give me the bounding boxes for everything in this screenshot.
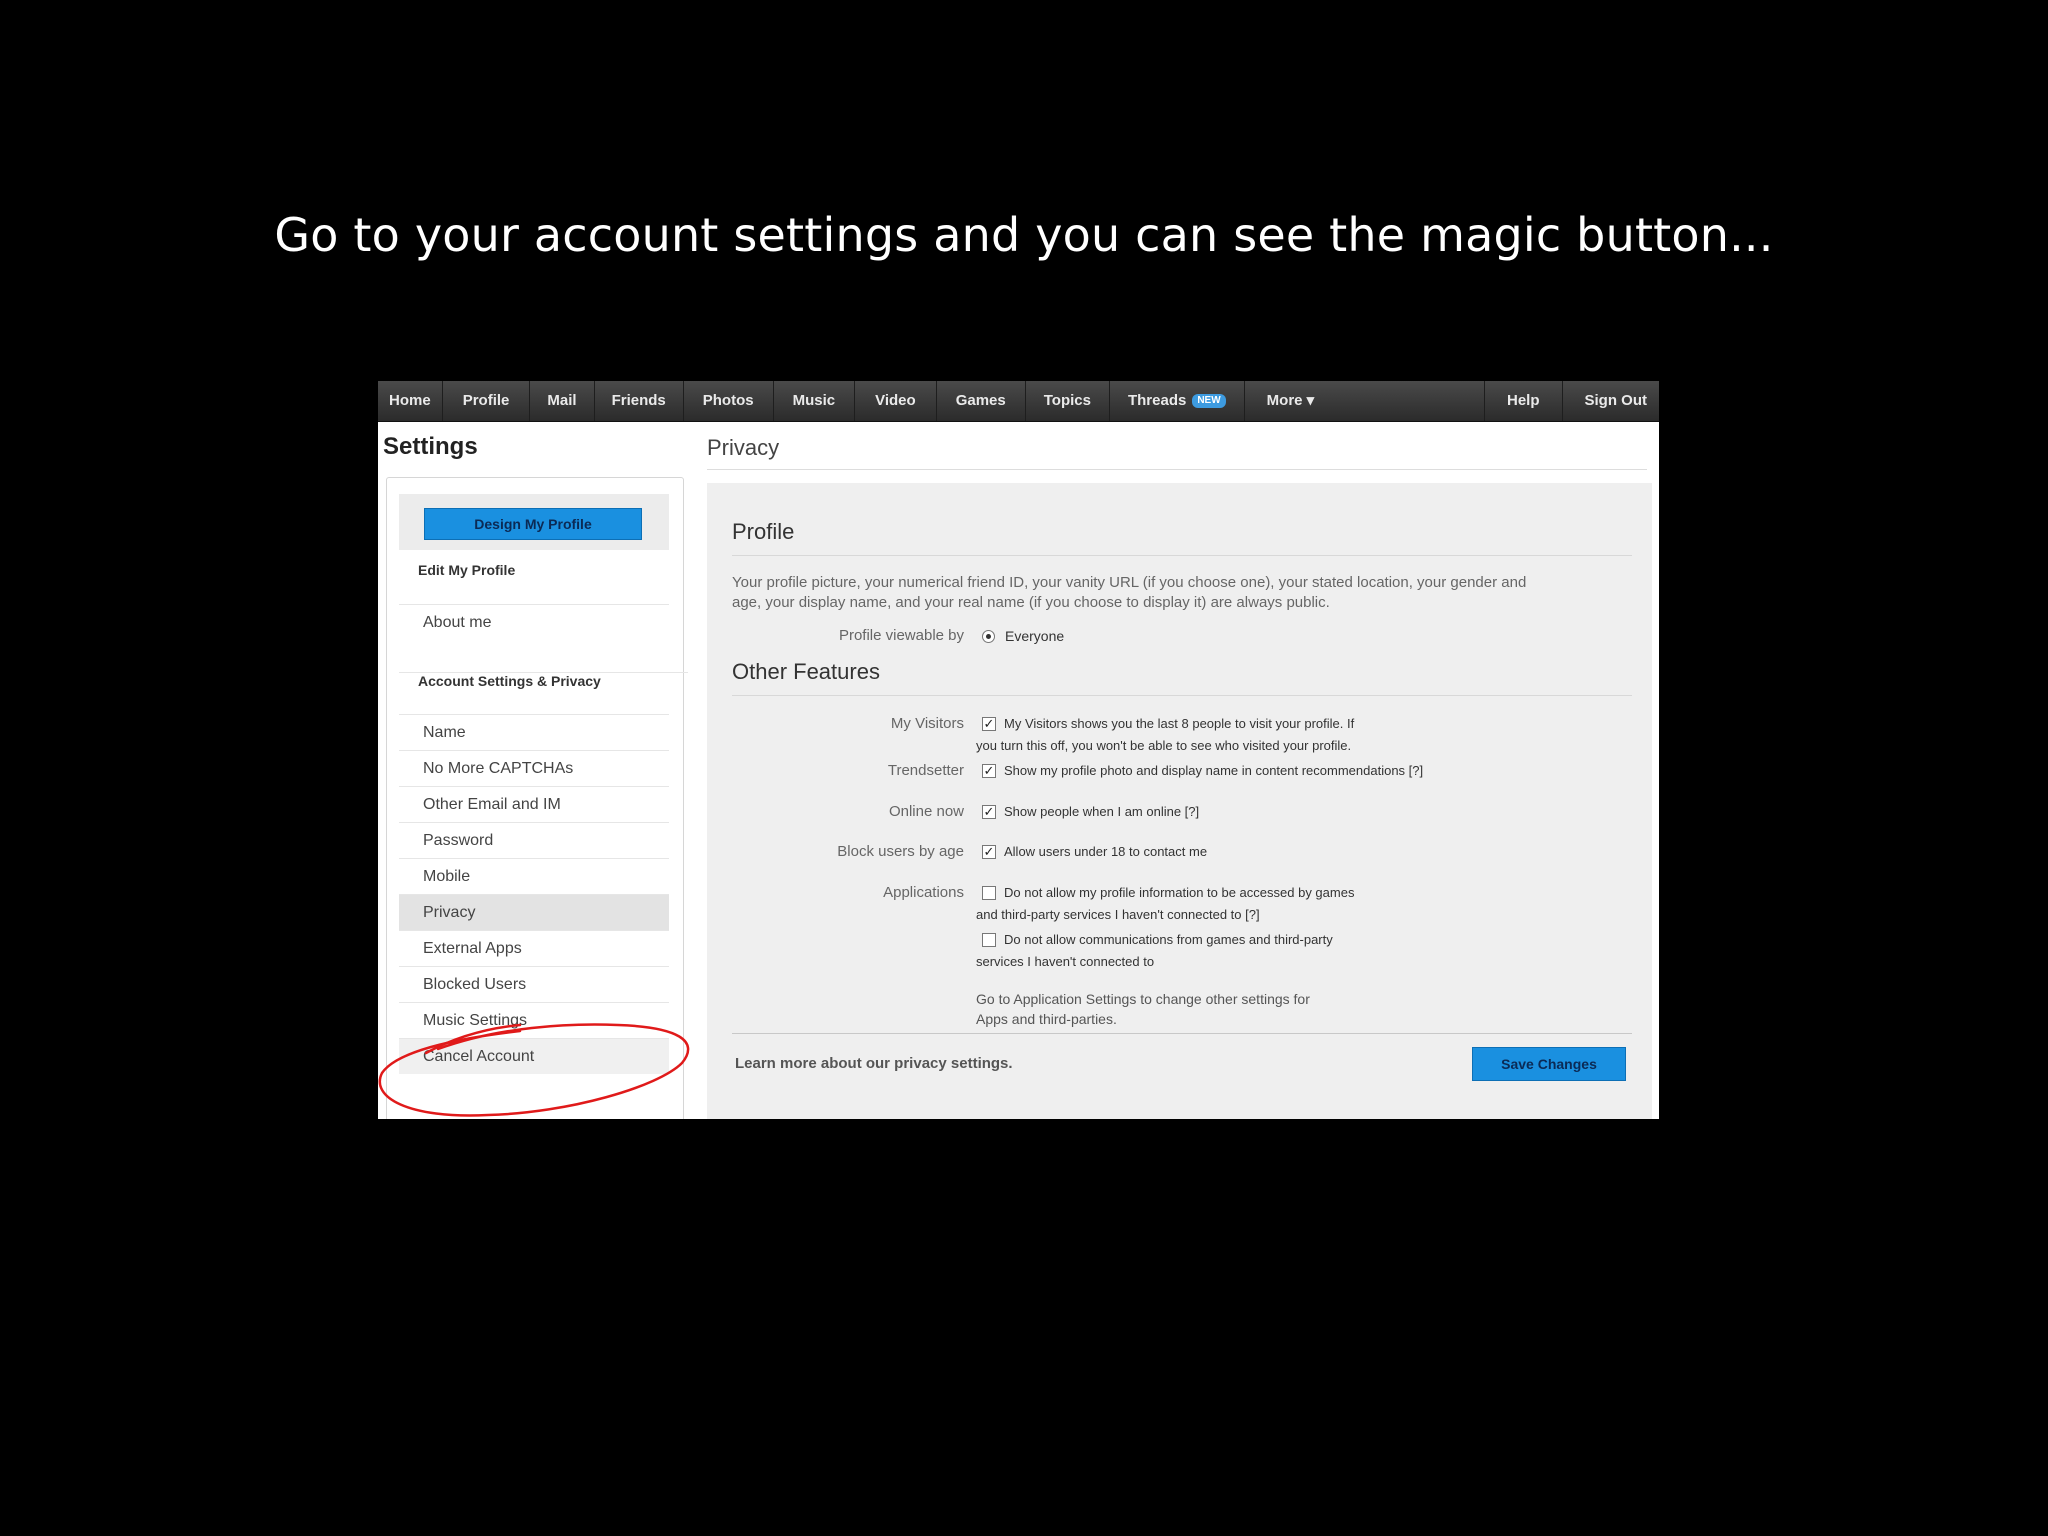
apps-opt1-checkbox[interactable]	[982, 885, 996, 900]
nav-topics[interactable]: Topics	[1026, 381, 1110, 421]
block-users-checkbox[interactable]: ✓	[982, 844, 996, 859]
sidebar-item-cancel-account[interactable]: Cancel Account	[399, 1038, 669, 1074]
block-users-option[interactable]: ✓ Allow users under 18 to contact me	[982, 841, 1207, 863]
nav-home[interactable]: Home	[378, 381, 443, 421]
apps-opt2-checkbox[interactable]	[982, 932, 996, 947]
profile-desc-line-2: age, your display name, and your real na…	[732, 594, 1330, 611]
new-badge: NEW	[1192, 394, 1226, 408]
trendsetter-checkbox[interactable]: ✓	[982, 763, 996, 778]
sidebar-item-mobile[interactable]: Mobile	[399, 858, 669, 894]
sidebar-item-blocked-users[interactable]: Blocked Users	[399, 966, 669, 1002]
trendsetter-label: Trendsetter	[887, 762, 964, 779]
online-now-checkbox[interactable]: ✓	[982, 804, 996, 819]
top-nav: Home Profile Mail Friends Photos Music V…	[378, 381, 1659, 422]
apps-opt1-text-1: Do not allow my profile information to b…	[1004, 885, 1355, 900]
sidebar-item-privacy[interactable]: Privacy	[399, 894, 669, 930]
nav-profile[interactable]: Profile	[443, 381, 531, 421]
nav-threads[interactable]: Threads NEW	[1110, 381, 1245, 421]
nav-threads-label: Threads	[1127, 392, 1187, 409]
nav-sign-out[interactable]: Sign Out	[1563, 381, 1660, 421]
settings-sidebar: Design My Profile Edit My Profile About …	[386, 477, 688, 1119]
profile-heading: Profile	[732, 519, 795, 544]
online-now-label: Online now	[888, 803, 964, 820]
other-features-heading: Other Features	[732, 659, 880, 684]
sidebar-item-music-settings[interactable]: Music Settings	[399, 1002, 669, 1038]
trendsetter-text: Show my profile photo and display name i…	[1004, 763, 1424, 778]
viewable-option[interactable]: Everyone	[982, 625, 1064, 647]
learn-more-link[interactable]: Learn more about our privacy settings.	[735, 1055, 1013, 1072]
block-users-label: Block users by age	[837, 843, 964, 860]
nav-help[interactable]: Help	[1483, 381, 1563, 421]
apps-opt2-text-2: services I haven't connected to	[976, 954, 1155, 969]
save-changes-button[interactable]: Save Changes	[1472, 1047, 1626, 1081]
block-users-text: Allow users under 18 to contact me	[1004, 844, 1208, 859]
sidebar-item-other-email[interactable]: Other Email and IM	[399, 786, 669, 822]
edit-profile-heading: Edit My Profile	[418, 562, 516, 578]
screenshot-frame: Home Profile Mail Friends Photos Music V…	[378, 381, 1659, 1119]
nav-music[interactable]: Music	[774, 381, 856, 421]
nav-more-dropdown[interactable]: More ▾	[1245, 381, 1337, 421]
other-features-divider	[732, 695, 1632, 696]
sidebar-item-external-apps[interactable]: External Apps	[399, 930, 669, 966]
my-visitors-text-1: My Visitors shows you the last 8 people …	[1004, 716, 1355, 731]
apps-note: Go to Application Settings to change oth…	[976, 989, 1310, 1029]
nav-friends[interactable]: Friends	[595, 381, 684, 421]
settings-title: Settings	[383, 433, 478, 460]
apps-note-line-1: Go to Application Settings to change oth…	[976, 991, 1310, 1007]
account-settings-heading: Account Settings & Privacy	[399, 672, 688, 689]
apps-opt2-text-1: Do not allow communications from games a…	[1004, 932, 1333, 947]
page-title: Privacy	[707, 435, 780, 460]
viewable-label: Profile viewable by	[838, 627, 964, 644]
sidebar-item-about-me[interactable]: About me	[399, 604, 669, 640]
applications-option-1[interactable]: Do not allow my profile information to b…	[976, 882, 1355, 926]
profile-divider	[732, 555, 1632, 556]
privacy-panel: Profile Your profile picture, your numer…	[707, 483, 1652, 1119]
sidebar-item-password[interactable]: Password	[399, 822, 669, 858]
apps-note-line-2: Apps and third-parties.	[976, 1011, 1117, 1027]
title-divider	[707, 469, 1647, 470]
sidebar-item-name[interactable]: Name	[399, 714, 669, 750]
design-box: Design My Profile	[399, 494, 669, 550]
my-visitors-label: My Visitors	[890, 715, 964, 732]
nav-mail[interactable]: Mail	[530, 381, 595, 421]
nav-photos[interactable]: Photos	[684, 381, 774, 421]
my-visitors-checkbox[interactable]: ✓	[982, 716, 996, 731]
profile-description: Your profile picture, your numerical fri…	[732, 573, 1632, 613]
design-my-profile-button[interactable]: Design My Profile	[424, 508, 642, 540]
my-visitors-option[interactable]: ✓ My Visitors shows you the last 8 people…	[976, 713, 1355, 757]
applications-label: Applications	[883, 884, 964, 901]
my-visitors-text-2: you turn this off, you won't be able to …	[976, 738, 1352, 753]
nav-video[interactable]: Video	[855, 381, 937, 421]
nav-games[interactable]: Games	[937, 381, 1026, 421]
footer-divider	[732, 1033, 1632, 1034]
sidebar-item-no-more-captchas[interactable]: No More CAPTCHAs	[399, 750, 669, 786]
online-now-text: Show people when I am online [?]	[1004, 804, 1200, 819]
applications-option-2[interactable]: Do not allow communications from games a…	[976, 929, 1333, 973]
trendsetter-option[interactable]: ✓ Show my profile photo and display name …	[982, 760, 1423, 782]
online-now-option[interactable]: ✓ Show people when I am online [?]	[982, 801, 1199, 823]
everyone-label: Everyone	[1005, 628, 1065, 644]
everyone-radio[interactable]	[982, 629, 995, 643]
profile-desc-line-1: Your profile picture, your numerical fri…	[732, 574, 1527, 591]
apps-opt1-text-2: and third-party services I haven't conne…	[976, 907, 1260, 922]
slide-caption: Go to your account settings and you can …	[274, 208, 1774, 262]
